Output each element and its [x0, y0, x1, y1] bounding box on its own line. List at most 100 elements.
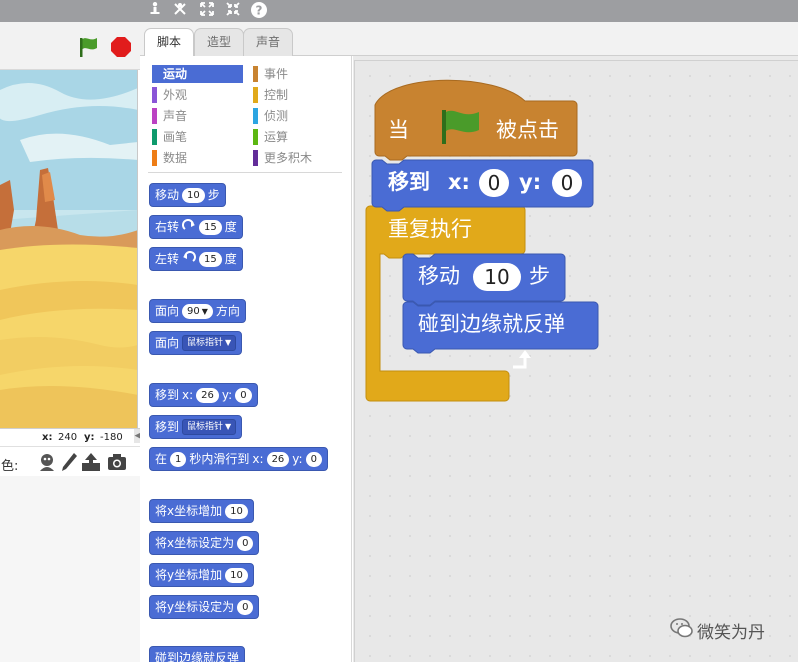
goto-dropdown[interactable]: 鼠标指针 ▼: [182, 419, 237, 435]
block-change-x[interactable]: 将x坐标增加 10: [149, 499, 254, 523]
sprite-list: [0, 476, 140, 662]
block-point-direction[interactable]: 面向 90 ▼ 方向: [149, 299, 246, 323]
block-text: 将y坐标增加: [155, 568, 223, 582]
dropdown-value: 鼠标指针: [187, 338, 224, 348]
block-input[interactable]: 10: [182, 187, 205, 203]
block-text: 碰到边缘就反弹: [155, 651, 240, 662]
watermark: 微笑为丹: [670, 618, 765, 643]
category-pen[interactable]: 画笔: [152, 128, 242, 146]
category-label: 声音: [163, 109, 188, 123]
category-data[interactable]: 数据: [152, 149, 242, 167]
block-text: 将x坐标增加: [155, 504, 223, 518]
block-move-steps[interactable]: 移动 10 步: [149, 183, 226, 207]
upload-sprite-icon[interactable]: [80, 451, 102, 473]
y-label: y:: [84, 432, 95, 443]
script-move-suffix: 步: [529, 264, 550, 288]
palette-divider: [148, 172, 342, 173]
block-text: 面向: [155, 304, 180, 318]
script-move-input[interactable]: 10: [473, 263, 521, 291]
category-control[interactable]: 控制: [253, 86, 343, 104]
block-input[interactable]: 10: [225, 503, 248, 519]
block-text: 将y坐标设定为: [155, 600, 235, 614]
script-stack-shapes: [365, 79, 599, 402]
tab-sounds[interactable]: 声音: [243, 28, 294, 56]
category-label: 外观: [163, 88, 188, 102]
category-motion[interactable]: 运动: [152, 65, 243, 83]
block-text: 面向: [155, 336, 180, 350]
block-palette: 运动 事件 外观 控制 声音 侦测 画笔 运算 数据 更多积木 移动 10 步 …: [140, 56, 352, 662]
block-text: 步: [207, 188, 220, 202]
block-input[interactable]: 15: [199, 219, 222, 235]
script-bounce-text: 碰到边缘就反弹: [418, 312, 565, 336]
block-text: 度: [224, 220, 237, 234]
block-text: 左转: [155, 252, 180, 266]
block-input[interactable]: 1: [170, 451, 187, 467]
script-goto-x-label: x:: [448, 170, 470, 194]
script-goto-x-input[interactable]: 0: [479, 169, 509, 197]
block-text: 方向: [215, 304, 240, 318]
green-flag-icon: [437, 109, 487, 145]
point-towards-dropdown[interactable]: 鼠标指针 ▼: [182, 335, 237, 351]
top-toolbar: ?: [0, 0, 798, 22]
block-input[interactable]: 0: [237, 535, 254, 551]
stage-canvas[interactable]: [0, 70, 138, 428]
category-label: 控制: [264, 88, 289, 102]
help-glyph: ?: [256, 4, 263, 18]
chevron-down-icon: ▼: [225, 338, 232, 347]
category-sound[interactable]: 声音: [152, 107, 242, 125]
block-input[interactable]: 26: [196, 387, 219, 403]
block-set-x[interactable]: 将x坐标设定为 0: [149, 531, 260, 555]
script-hat-when: 当: [388, 118, 409, 142]
editor-tabs: 脚本 造型 声音: [140, 22, 798, 57]
category-swatch: [253, 108, 258, 124]
direction-value: 90: [187, 305, 200, 317]
dropdown-value: 鼠标指针: [187, 422, 224, 432]
category-looks[interactable]: 外观: [152, 86, 242, 104]
block-point-towards[interactable]: 面向 鼠标指针 ▼: [149, 331, 243, 355]
camera-icon[interactable]: [106, 451, 128, 473]
block-input[interactable]: 0: [305, 451, 322, 467]
block-input[interactable]: 26: [266, 451, 290, 467]
stop-icon[interactable]: [110, 36, 132, 58]
category-operators[interactable]: 运算: [253, 128, 343, 146]
scripts-canvas[interactable]: 当 被点击 移到 x: 0 y: 0 重复执行 移动 10 步 碰到边缘就反弹: [354, 60, 798, 662]
sprite-library-icon[interactable]: [36, 451, 58, 473]
block-goto[interactable]: 移到 鼠标指针 ▼: [149, 415, 243, 439]
script-goto-text: 移到: [388, 170, 430, 194]
green-flag-icon[interactable]: [76, 36, 102, 58]
block-change-y[interactable]: 将y坐标增加 10: [149, 563, 254, 587]
block-input[interactable]: 90 ▼: [182, 303, 213, 319]
category-sensing[interactable]: 侦测: [253, 107, 343, 125]
block-input[interactable]: 0: [235, 387, 252, 403]
block-text: 移到: [155, 420, 180, 434]
shrink-icon[interactable]: [224, 1, 242, 19]
block-input[interactable]: 10: [225, 567, 248, 583]
duplicate-icon[interactable]: [146, 1, 164, 19]
block-turn-left[interactable]: 左转 15 度: [149, 247, 243, 271]
category-more-blocks[interactable]: 更多积木: [253, 149, 343, 167]
category-events[interactable]: 事件: [253, 65, 343, 83]
x-label: x:: [42, 432, 53, 443]
script-goto-y-input[interactable]: 0: [552, 169, 582, 197]
scripts-area[interactable]: 当 被点击 移到 x: 0 y: 0 重复执行 移动 10 步 碰到边缘就反弹: [353, 56, 798, 662]
category-swatch: [253, 66, 258, 82]
tab-costumes[interactable]: 造型: [194, 28, 245, 56]
block-text: x:: [182, 388, 194, 402]
category-label: 更多积木: [264, 151, 313, 165]
block-set-y[interactable]: 将y坐标设定为 0: [149, 595, 260, 619]
category-swatch: [253, 150, 258, 166]
block-input[interactable]: 0: [237, 599, 254, 615]
block-turn-right[interactable]: 右转 15 度: [149, 215, 243, 239]
scratch-editor: ? x: 240 y: -180 ◀ 色: 脚本 造型 声音 运动 事件 外观 …: [0, 0, 798, 662]
grow-icon[interactable]: [198, 1, 216, 19]
cut-icon[interactable]: [171, 1, 189, 19]
paint-sprite-icon[interactable]: [58, 451, 80, 473]
block-bounce[interactable]: 碰到边缘就反弹: [149, 646, 246, 662]
block-goto-xy[interactable]: 移到 x: 26 y: 0: [149, 383, 258, 407]
x-value: 240: [58, 432, 78, 443]
tab-scripts[interactable]: 脚本: [144, 28, 195, 57]
block-text: 移到: [155, 388, 180, 402]
help-icon[interactable]: ?: [250, 1, 268, 19]
block-input[interactable]: 15: [199, 251, 222, 267]
block-glide[interactable]: 在 1 秒内滑行到 x: 26 y: 0: [149, 447, 328, 471]
